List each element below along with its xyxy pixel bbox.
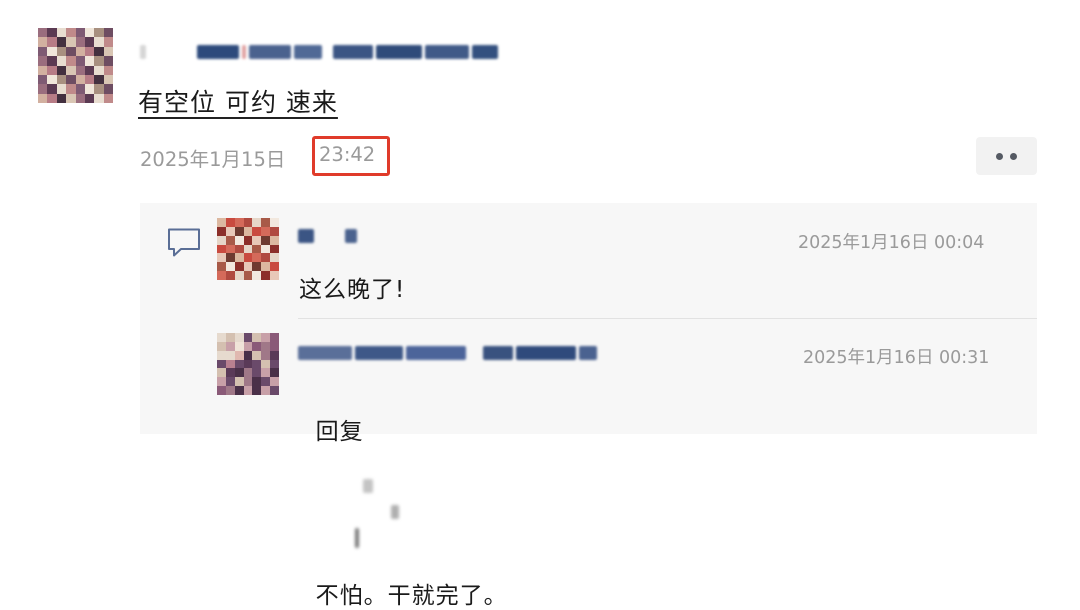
- reply-date: 2025年1月16日 00:31: [803, 348, 990, 368]
- comment-author-name[interactable]: [298, 223, 357, 249]
- reply-prefix: 回复: [315, 419, 364, 445]
- post-date: 2025年1月15日: [140, 148, 286, 171]
- comment-divider: [298, 318, 1037, 319]
- reply-avatar[interactable]: [217, 333, 279, 395]
- reply-author-name[interactable]: [298, 340, 597, 366]
- post-author-avatar[interactable]: [38, 28, 113, 103]
- reply-text-line: 回复 不怕。干就完了。: [299, 386, 508, 610]
- comment-date: 2025年1月16日 00:04: [798, 233, 985, 253]
- reply-text: 不怕。干就完了。: [315, 583, 508, 609]
- comment-avatar[interactable]: [217, 218, 279, 280]
- comment-bubble-icon[interactable]: [166, 227, 202, 259]
- post-time: 23:42: [319, 143, 376, 166]
- comment-text: 这么晚了!: [299, 277, 406, 303]
- post-text: 有空位 可约 速来: [138, 88, 338, 117]
- more-dots-icon: [996, 152, 1003, 160]
- more-button[interactable]: [976, 137, 1037, 175]
- replied-user-name[interactable]: [320, 446, 399, 576]
- post-author-name[interactable]: [140, 37, 498, 67]
